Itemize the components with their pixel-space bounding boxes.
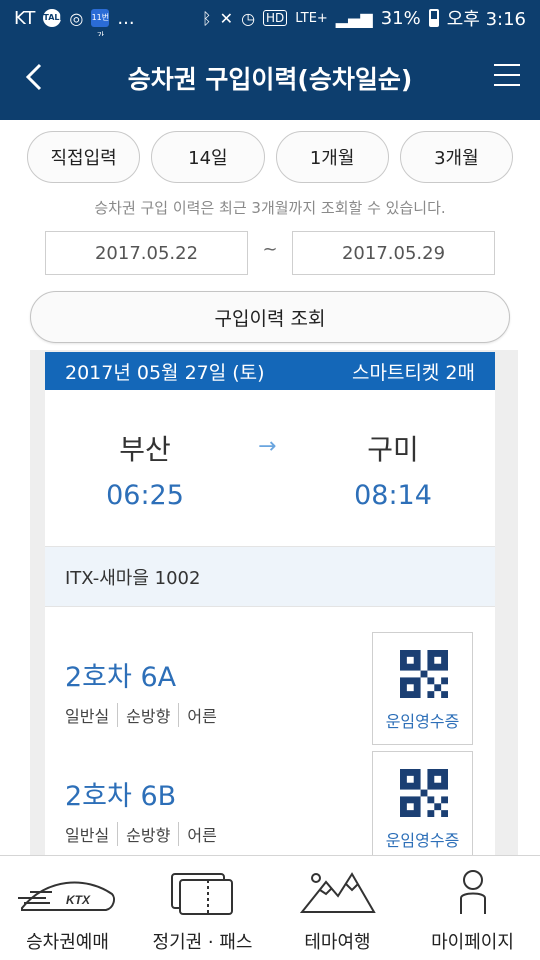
app-badge-icon: 11번가 [91,9,110,40]
alarm-icon: ◷ [241,8,256,28]
filter-14-days-button[interactable]: 14일 [151,131,265,183]
departure: 부산 06:25 [75,390,215,511]
departure-station: 부산 [119,433,171,466]
bluetooth-icon: ᛒ [202,8,212,28]
nav-ticket-booking[interactable]: KTX 승차권예매 [0,856,135,960]
arrival-station: 구미 [367,433,419,466]
hamburger-menu-icon[interactable] [494,64,520,90]
seat-direction: 순방향 [117,822,178,846]
page-title: 승차권 구입이력(승차일순) [127,65,413,94]
fare-receipt-button[interactable]: 운임영수증 [372,751,473,855]
filter-direct-input-button[interactable]: 직접입력 [27,131,141,183]
fare-receipt-label: 운임영수증 [385,831,460,850]
network-label: LTE+ [295,10,328,26]
signal-icon: ▂▄▆ [335,8,373,28]
nav-label: 마이페이지 [431,932,514,953]
nav-pass[interactable]: 정기권 · 패스 [135,856,270,960]
sync-icon: ◎ [69,8,84,28]
ticket-card[interactable]: 2017년 05월 27일 (토) 스마트티켓 2매 부산 06:25 → 구미… [45,352,495,855]
status-bar: KT TALK ◎ 11번가 ... ᛒ ✕ ◷ HD LTE+ ▂▄▆ 31%… [0,0,540,40]
clock: 오후 3:16 [446,9,526,30]
kakaotalk-icon: TALK [43,9,66,27]
start-date-field[interactable]: 2017.05.22 [45,231,248,275]
nav-label: 테마여행 [304,932,371,953]
seat-class: 일반실 [65,707,110,726]
search-history-button[interactable]: 구입이력 조회 [30,291,510,343]
ticket-card-header: 2017년 05월 27일 (토) 스마트티켓 2매 [45,352,495,390]
nav-label: 승차권예매 [26,932,109,953]
pass-cards-icon [170,873,233,915]
app-header: 승차권 구입이력(승차일순) [0,36,540,120]
filter-3-months-button[interactable]: 3개월 [399,131,513,183]
more-notifications: ... [117,7,135,29]
filter-1-month-button[interactable]: 1개월 [275,131,389,183]
date-range: 2017.05.22 ~ 2017.05.29 [45,231,495,275]
train-name: ITX-새마을 1002 [45,547,495,607]
qr-code-icon [400,769,448,817]
ktx-logo-text: KTX [66,893,91,907]
date-separator: ~ [262,239,278,260]
seat-number: 2호차 6A [65,662,177,693]
ktx-train-icon: KTX [17,881,115,911]
hd-icon: HD [263,10,288,26]
seat-details: 일반실 순방향 어른 [65,703,225,727]
battery-icon [428,9,439,27]
route-arrow-icon: → [258,434,277,459]
arrival: 구미 08:14 [323,390,463,511]
seat-number: 2호차 6B [65,781,177,812]
nav-my-page[interactable]: 마이페이지 [405,856,540,960]
end-date-field[interactable]: 2017.05.29 [292,231,495,275]
seat-item: 2호차 6B 일반실 순방향 어른 운임영수증 [45,744,495,855]
ticket-count: 스마트티켓 2매 [351,361,475,384]
fare-receipt-label: 운임영수증 [385,712,460,731]
bottom-navigation: KTX 승차권예매 정기권 · 패스 테마여행 마이페이지 [0,855,540,960]
carrier-label: KT [14,7,36,29]
qr-code-icon [400,650,448,698]
mute-icon: ✕ [219,8,234,28]
nav-theme-travel[interactable]: 테마여행 [270,856,405,960]
period-filter-group: 직접입력 14일 1개월 3개월 [27,131,513,183]
history-notice: 승차권 구입 이력은 최근 3개월까지 조회할 수 있습니다. [94,199,446,217]
person-icon [459,870,486,914]
seat-details: 일반실 순방향 어른 [65,822,225,846]
passenger-type: 어른 [178,822,224,846]
seat-item: 2호차 6A 일반실 순방향 어른 운임영수증 [45,607,495,745]
route-section: 부산 06:25 → 구미 08:14 [45,390,495,547]
battery-percent: 31% [380,7,421,29]
departure-time: 06:25 [106,480,184,511]
travel-date: 2017년 05월 27일 (토) [65,361,265,384]
mountain-icon [299,872,376,913]
seat-direction: 순방향 [117,703,178,727]
nav-label: 정기권 · 패스 [152,932,253,953]
passenger-type: 어른 [178,703,224,727]
arrival-time: 08:14 [354,480,432,511]
seat-class: 일반실 [65,826,110,845]
fare-receipt-button[interactable]: 운임영수증 [372,632,473,745]
